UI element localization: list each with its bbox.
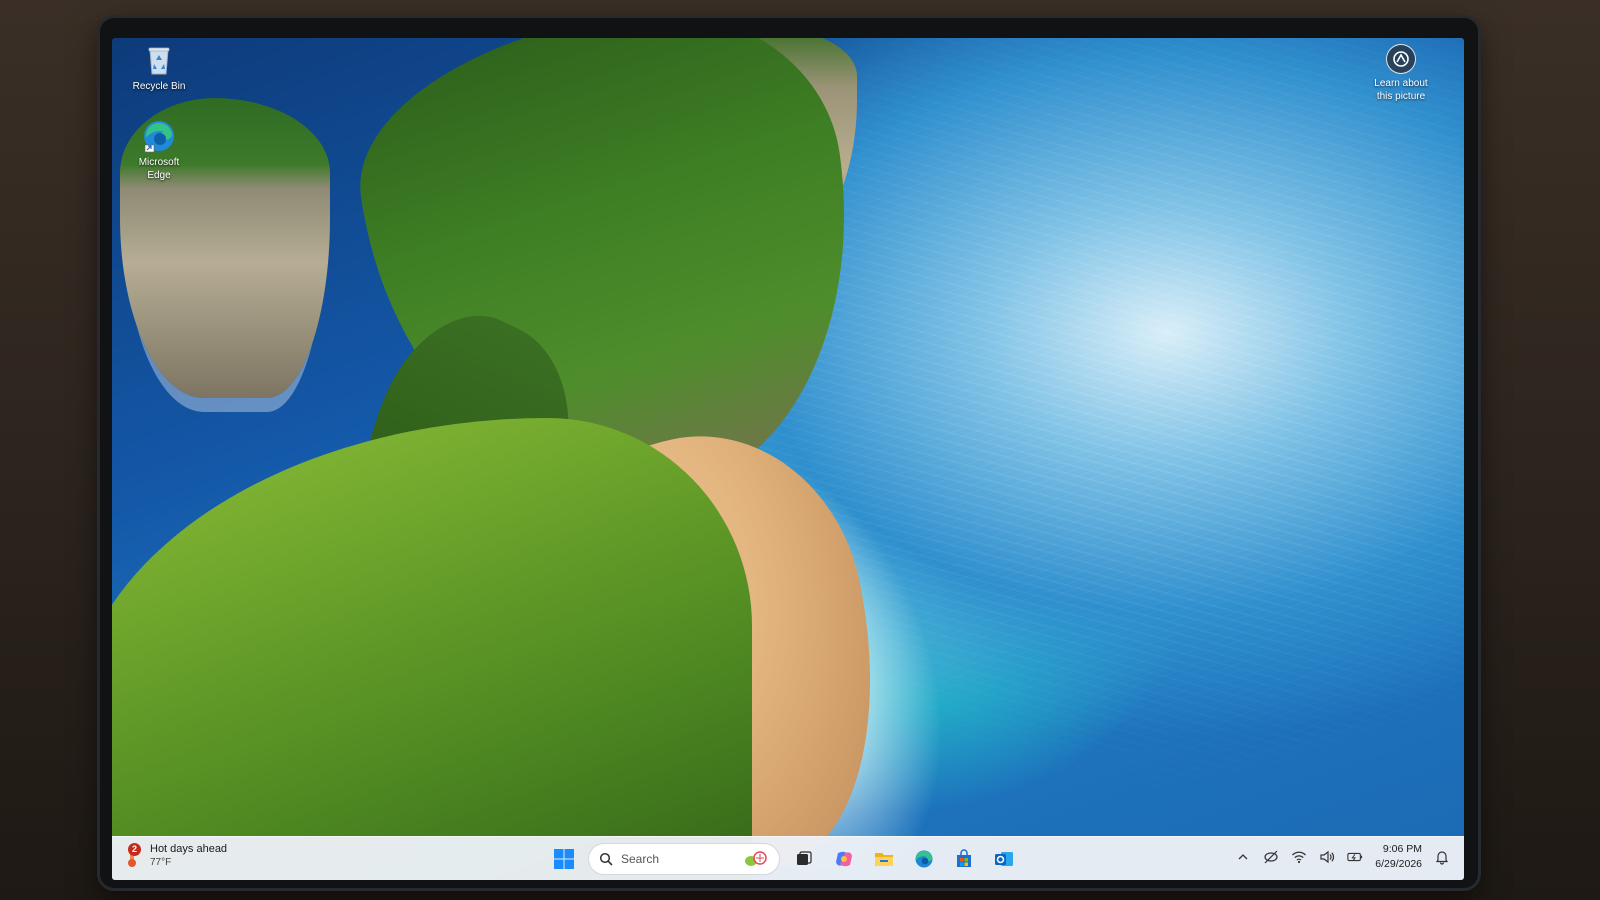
task-view-button[interactable] [788,843,820,875]
taskbar-clock[interactable]: 9:06 PM 6/29/2026 [1375,842,1422,872]
notification-badge: 2 [128,843,141,856]
taskbar: 2 Hot days ahead 77°F Search 9:06 PM 6/2… [112,836,1464,880]
edge-label-line1: Microsoft [138,157,180,168]
clock-date: 6/29/2026 [1375,858,1422,870]
outlook-button[interactable] [988,843,1020,875]
microsoft-edge-shortcut[interactable]: Microsoft Edge [122,118,196,182]
task-view-icon [797,851,812,865]
edge-icon [141,118,177,154]
recycle-bin-icon [141,42,177,78]
microsoft-store-button[interactable] [948,843,980,875]
search-highlight-icon [745,851,767,866]
search-icon [599,852,613,866]
edge-button[interactable] [908,843,940,875]
learn-about-line1: Learn about [1374,78,1428,89]
copilot-icon [836,851,852,867]
chevron-up-icon[interactable] [1235,849,1251,865]
microsoft-store-icon [957,849,971,867]
outlook-icon [995,852,1013,866]
volume-icon[interactable] [1319,849,1335,865]
file-explorer-icon [875,853,893,866]
windows-start-icon [554,849,574,869]
weather-widget[interactable]: 2 Hot days ahead 77°F [122,843,227,869]
desktop-wallpaper [112,38,1464,880]
meet-now-icon[interactable] [1263,849,1279,865]
thermometer-icon: 2 [122,843,144,869]
edge-label-line2: Edge [147,170,171,181]
search-placeholder: Search [621,852,660,866]
desktop-screen: Recycle Bin Microsoft Edge Learn about t… [112,38,1464,880]
weather-temperature: 77°F [150,857,172,868]
copilot-button[interactable] [828,843,860,875]
notification-bell-icon[interactable] [1434,849,1450,865]
camera-info-icon [1386,44,1416,74]
learn-about-line2: this picture [1376,91,1426,102]
learn-about-picture[interactable]: Learn about this picture [1356,44,1446,103]
recycle-bin-shortcut[interactable]: Recycle Bin [122,42,196,93]
taskbar-pinned-apps: Search [548,843,1020,875]
file-explorer-button[interactable] [868,843,900,875]
taskbar-search-box[interactable]: Search [588,843,780,875]
edge-icon [915,850,933,868]
clock-time: 9:06 PM [1382,843,1422,855]
start-button[interactable] [548,843,580,875]
wifi-icon[interactable] [1291,849,1307,865]
battery-icon[interactable] [1347,849,1363,865]
recycle-bin-label: Recycle Bin [132,81,186,92]
system-tray: 9:06 PM 6/29/2026 [1235,842,1450,872]
weather-headline: Hot days ahead [150,843,228,855]
